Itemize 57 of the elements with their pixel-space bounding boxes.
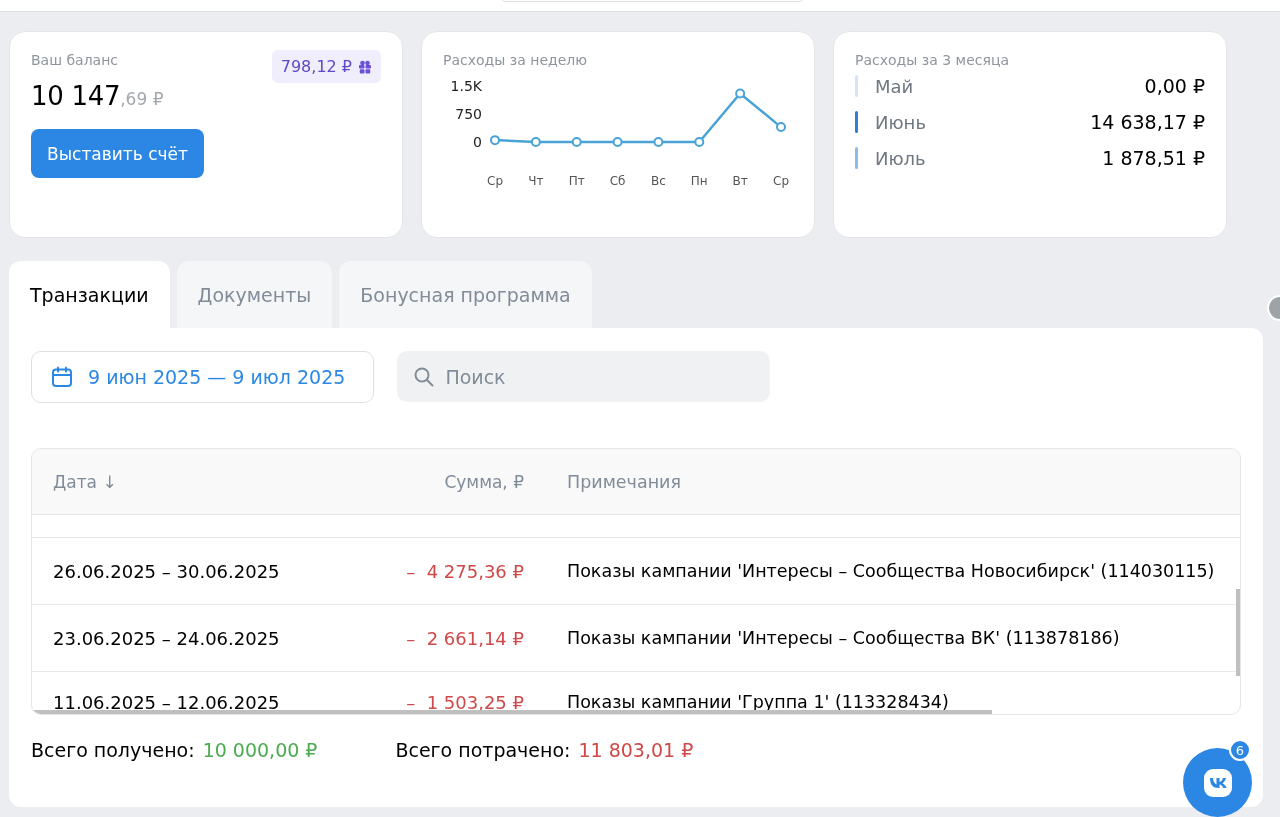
data-point <box>612 137 623 147</box>
calendar-icon <box>50 365 74 389</box>
y-tick-label: 750 <box>455 106 482 122</box>
tab[interactable]: Документы <box>176 261 333 328</box>
month-amount: 14 638,17 ₽ <box>1090 111 1205 133</box>
x-tick-label: Чт <box>528 174 544 188</box>
month-label: Май <box>875 75 915 97</box>
data-point <box>735 88 746 99</box>
table-cell-text: 26.06.2025 – 30.06.2025 <box>52 560 281 582</box>
total-label: Всего получено: <box>31 739 195 761</box>
column-header[interactable]: Дата ↓ <box>32 471 362 492</box>
scrollbar[interactable] <box>32 710 992 714</box>
x-tick-label: Сб <box>609 174 626 188</box>
table-cell-text: Показы кампании 'Интересы – Сообщества Новосибирск' (114030115) <box>566 561 1215 581</box>
invoice-button[interactable]: Выставить счёт <box>31 129 204 178</box>
table-cell-text: Показы кампании 'Интересы – Сообщества ВК' (113878186) <box>566 628 1120 648</box>
month-amount: 0,00 ₽ <box>1144 75 1205 97</box>
column-header: Сумма, ₽ <box>443 471 524 492</box>
table-cell-text: 11.06.2025 – 12.06.2025 <box>52 692 281 713</box>
table-cell-text: – 1 503,25 ₽ <box>405 692 524 713</box>
data-point <box>776 122 786 133</box>
x-tick-label: Пт <box>568 174 585 188</box>
data-point <box>530 137 541 147</box>
x-tick-label: Пн <box>690 174 708 188</box>
total-value: 10 000,00 ₽ <box>202 739 318 761</box>
data-point <box>490 135 500 146</box>
table-cell-text: 23.06.2025 – 24.06.2025 <box>52 627 281 649</box>
x-tick-label: Ср <box>487 174 503 188</box>
card-title: Расходы за неделю <box>443 52 589 68</box>
tab[interactable]: Бонусная программа <box>339 261 592 328</box>
data-point <box>571 137 582 147</box>
table-cell-text: – 2 661,14 ₽ <box>405 627 524 649</box>
month-label: Июль <box>875 147 927 169</box>
column-header: Примечания <box>566 471 681 492</box>
gift-icon <box>358 59 372 74</box>
month-label: Июнь <box>875 111 927 133</box>
y-tick-label: 0 <box>473 134 482 150</box>
table-cell-text: – 4 275,36 ₽ <box>405 560 524 582</box>
x-tick-label: Ср <box>773 174 789 188</box>
balance-label: Ваш баланс <box>31 52 119 68</box>
total-label: Всего потрачено: <box>395 739 571 761</box>
balance-amount: 10 147,69 ₽ <box>31 81 165 111</box>
scrollbar[interactable] <box>1236 589 1240 676</box>
month-amount: 1 878,51 ₽ <box>1102 147 1205 169</box>
table-cell-text: Показы кампании 'Группа 1' (113328434) <box>566 692 949 712</box>
data-point <box>694 137 705 147</box>
total-value: 11 803,01 ₽ <box>578 739 694 761</box>
bonus-amount: 798,12 ₽ <box>280 57 352 76</box>
data-point <box>653 137 664 147</box>
x-tick-label: Вс <box>651 174 666 188</box>
y-tick-label: 1.5K <box>450 78 482 94</box>
x-tick-label: Вт <box>732 174 748 188</box>
date-range-button[interactable]: 9 июн 2025 — 9 июл 2025 <box>31 351 375 403</box>
tab[interactable]: Транзакции <box>9 261 170 328</box>
vk-logo-icon <box>1202 767 1233 798</box>
card-title: Расходы за 3 месяца <box>855 52 1010 68</box>
search-field[interactable]: Поиск <box>397 351 771 402</box>
